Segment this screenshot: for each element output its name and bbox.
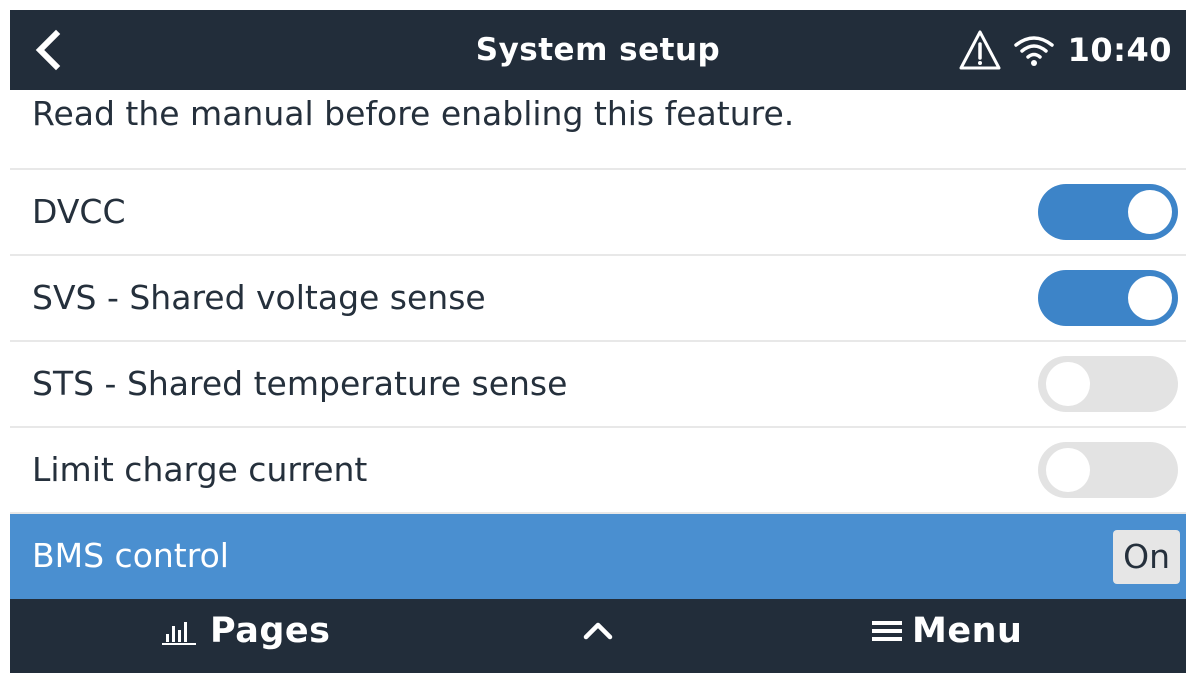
- setting-row-limit-charge-current[interactable]: Limit charge current: [10, 428, 1186, 514]
- setting-row-svs[interactable]: SVS - Shared voltage sense: [10, 256, 1186, 342]
- bottom-nav-bar: Pages Menu: [10, 599, 1186, 673]
- setting-label: STS - Shared temperature sense: [32, 364, 568, 403]
- svs-toggle[interactable]: [1038, 270, 1178, 326]
- setting-label: SVS - Shared voltage sense: [32, 278, 486, 317]
- toggle-knob: [1046, 448, 1090, 492]
- back-chevron-icon[interactable]: [26, 24, 72, 76]
- sts-toggle[interactable]: [1038, 356, 1178, 412]
- clock: 10:40: [1067, 31, 1172, 69]
- toggle-knob: [1046, 362, 1090, 406]
- settings-list: Read the manual before enabling this fea…: [10, 90, 1186, 600]
- bar-chart-icon: [162, 622, 196, 645]
- status-area: 10:40: [958, 10, 1172, 90]
- notice-row: Read the manual before enabling this fea…: [10, 90, 1186, 170]
- notice-text: Read the manual before enabling this fea…: [32, 94, 795, 133]
- pages-label: Pages: [210, 611, 331, 651]
- wifi-icon: [1013, 36, 1054, 66]
- menu-label: Menu: [912, 611, 1023, 651]
- setting-label: Limit charge current: [32, 450, 368, 489]
- setting-row-bms-control[interactable]: BMS control On: [10, 514, 1186, 600]
- screen: System setup 10:40 Read the manual befor…: [10, 10, 1186, 673]
- warning-triangle-icon[interactable]: [958, 29, 1002, 71]
- limit-charge-current-toggle[interactable]: [1038, 442, 1178, 498]
- setting-row-sts[interactable]: STS - Shared temperature sense: [10, 342, 1186, 428]
- bms-control-value: On: [1113, 530, 1180, 584]
- setting-label: BMS control: [32, 536, 229, 575]
- title-bar: System setup 10:40: [10, 10, 1186, 90]
- setting-label: DVCC: [32, 192, 126, 231]
- dvcc-toggle[interactable]: [1038, 184, 1178, 240]
- hamburger-menu-icon: [872, 621, 902, 641]
- setting-row-dvcc[interactable]: DVCC: [10, 170, 1186, 256]
- toggle-knob: [1128, 190, 1172, 234]
- chevron-up-icon[interactable]: [578, 615, 618, 645]
- pages-button[interactable]: Pages: [160, 599, 420, 663]
- menu-button[interactable]: Menu: [870, 599, 1120, 663]
- toggle-knob: [1128, 276, 1172, 320]
